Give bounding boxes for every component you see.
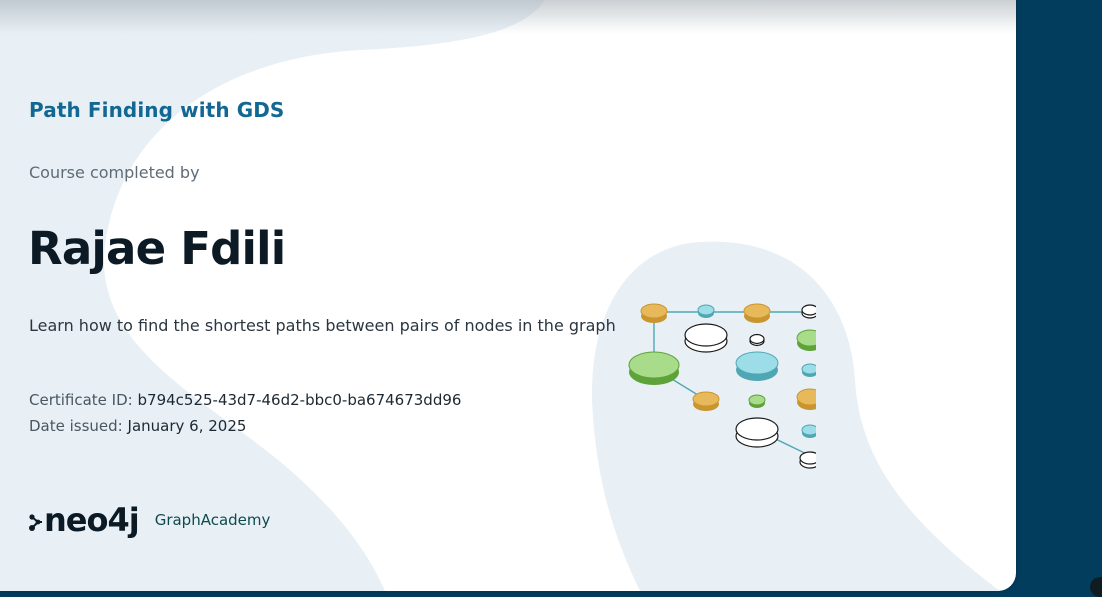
course-title: Path Finding with GDS: [29, 98, 285, 122]
recipient-name: Rajae Fdili: [28, 222, 286, 275]
neo4j-logo: neo4j: [28, 501, 140, 539]
date-issued-label: Date issued:: [29, 417, 123, 435]
neo4j-logo-icon: [29, 514, 42, 531]
background-blob: [0, 0, 1000, 591]
certificate-id-value: b794c525-43d7-46d2-bbc0-ba674673dd96: [137, 391, 462, 409]
neo4j-wordmark: neo4j: [44, 501, 140, 539]
course-description: Learn how to find the shortest paths bet…: [29, 316, 616, 335]
completed-by-label: Course completed by: [29, 163, 200, 182]
footer-branding: neo4j GraphAcademy: [28, 504, 270, 536]
date-issued-value: January 6, 2025: [127, 417, 247, 435]
graph-network-icon: [628, 303, 816, 469]
corner-indicator: [1090, 577, 1102, 597]
certificate-card: Path Finding with GDS Course completed b…: [0, 0, 1016, 591]
certificate-id-label: Certificate ID:: [29, 391, 133, 409]
date-issued: Date issued: January 6, 2025: [29, 417, 246, 435]
certificate-id: Certificate ID: b794c525-43d7-46d2-bbc0-…: [29, 391, 461, 409]
graphacademy-label: GraphAcademy: [154, 511, 271, 529]
graph-nodes: [628, 303, 816, 469]
